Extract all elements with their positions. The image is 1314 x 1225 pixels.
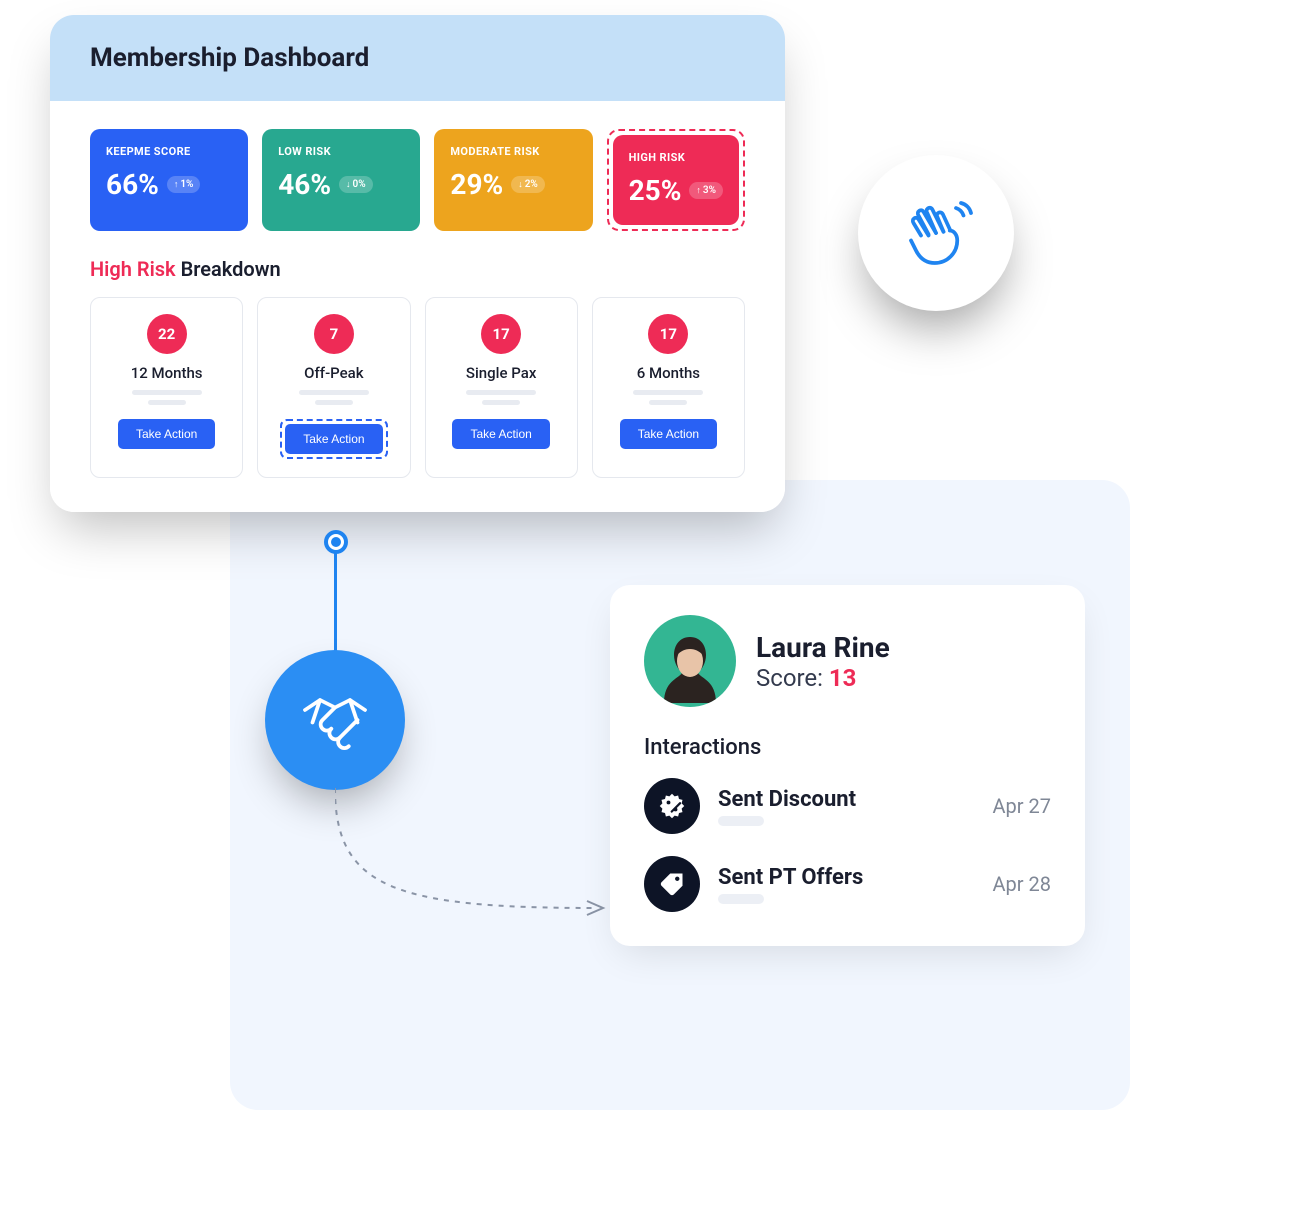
avatar: [644, 615, 736, 707]
dashboard-card: Membership Dashboard KEEPME SCORE 66% ↑1…: [50, 15, 785, 512]
interaction-label: Sent Discount: [718, 787, 975, 812]
interaction-label: Sent PT Offers: [718, 865, 975, 890]
stat-label: LOW RISK: [278, 145, 404, 158]
breakdown-label: Off-Peak: [270, 364, 397, 382]
breakdown-label: 12 Months: [103, 364, 230, 382]
placeholder-bars: [270, 390, 397, 405]
handshake-icon: [295, 680, 375, 760]
arrow-down-icon: ↓: [518, 179, 523, 190]
stat-moderate-risk[interactable]: MODERATE RISK 29% ↓2%: [434, 129, 592, 231]
arrow-down-icon: ↓: [346, 179, 351, 190]
arrow-up-icon: ↑: [174, 179, 179, 190]
breakdown-rest-label: Breakdown: [176, 257, 281, 281]
breakdown-title: High Risk Breakdown: [90, 257, 745, 281]
connector-dot: [324, 530, 348, 554]
stat-value: 29%: [450, 168, 503, 201]
stat-delta: ↓2%: [511, 176, 545, 193]
breakdown-count: 17: [648, 314, 688, 354]
placeholder-bars: [103, 390, 230, 405]
take-action-button[interactable]: Take Action: [285, 424, 382, 454]
wave-badge: [858, 155, 1014, 311]
wave-hand-icon: [896, 193, 976, 273]
take-action-highlight: Take Action: [280, 419, 387, 459]
placeholder-bars: [438, 390, 565, 405]
breakdown-row: 22 12 Months Take Action 7 Off-Peak Take…: [90, 297, 745, 478]
take-action-button[interactable]: Take Action: [620, 419, 717, 449]
stat-high-risk[interactable]: HIGH RISK 25% ↑3%: [613, 135, 739, 225]
stat-value: 66%: [106, 168, 159, 201]
stat-low-risk[interactable]: LOW RISK 46% ↓0%: [262, 129, 420, 231]
dashboard-body: KEEPME SCORE 66% ↑1% LOW RISK 46% ↓0% MO…: [50, 101, 785, 512]
tag-icon: [644, 856, 700, 912]
member-score: Score: 13: [756, 664, 890, 692]
stat-keepme-score[interactable]: KEEPME SCORE 66% ↑1%: [90, 129, 248, 231]
placeholder-bar: [718, 894, 764, 904]
stat-delta: ↓0%: [339, 176, 373, 193]
breakdown-risk-label: High Risk: [90, 257, 176, 281]
stat-high-risk-highlight: HIGH RISK 25% ↑3%: [607, 129, 745, 231]
member-score-label: Score:: [756, 664, 829, 692]
breakdown-count: 17: [481, 314, 521, 354]
member-score-value: 13: [829, 664, 857, 692]
page-title: Membership Dashboard: [90, 43, 745, 73]
breakdown-card: 17 6 Months Take Action: [592, 297, 745, 478]
member-header: Laura Rine Score: 13: [644, 615, 1051, 707]
interaction-row: Sent PT Offers Apr 28: [644, 856, 1051, 912]
interactions-title: Interactions: [644, 735, 1051, 760]
stats-row: KEEPME SCORE 66% ↑1% LOW RISK 46% ↓0% MO…: [90, 129, 745, 231]
interaction-date: Apr 28: [993, 872, 1052, 896]
breakdown-label: 6 Months: [605, 364, 732, 382]
stat-label: KEEPME SCORE: [106, 145, 232, 158]
arrow-up-icon: ↑: [696, 185, 701, 196]
take-action-button[interactable]: Take Action: [452, 419, 549, 449]
handshake-badge: [265, 650, 405, 790]
stat-delta: ↑1%: [167, 176, 201, 193]
dashboard-header: Membership Dashboard: [50, 15, 785, 101]
placeholder-bar: [718, 816, 764, 826]
breakdown-card: 17 Single Pax Take Action: [425, 297, 578, 478]
interaction-row: Sent Discount Apr 27: [644, 778, 1051, 834]
stat-value: 25%: [629, 174, 682, 207]
placeholder-bars: [605, 390, 732, 405]
interaction-date: Apr 27: [993, 794, 1052, 818]
stat-value: 46%: [278, 168, 331, 201]
discount-icon: [644, 778, 700, 834]
stat-label: MODERATE RISK: [450, 145, 576, 158]
breakdown-card: 22 12 Months Take Action: [90, 297, 243, 478]
breakdown-card: 7 Off-Peak Take Action: [257, 297, 410, 478]
breakdown-count: 22: [147, 314, 187, 354]
stat-delta: ↑3%: [689, 182, 723, 199]
stat-label: HIGH RISK: [629, 151, 723, 164]
take-action-button[interactable]: Take Action: [118, 419, 215, 449]
breakdown-label: Single Pax: [438, 364, 565, 382]
breakdown-count: 7: [314, 314, 354, 354]
member-name: Laura Rine: [756, 631, 890, 664]
member-card: Laura Rine Score: 13 Interactions Sent D…: [610, 585, 1085, 946]
